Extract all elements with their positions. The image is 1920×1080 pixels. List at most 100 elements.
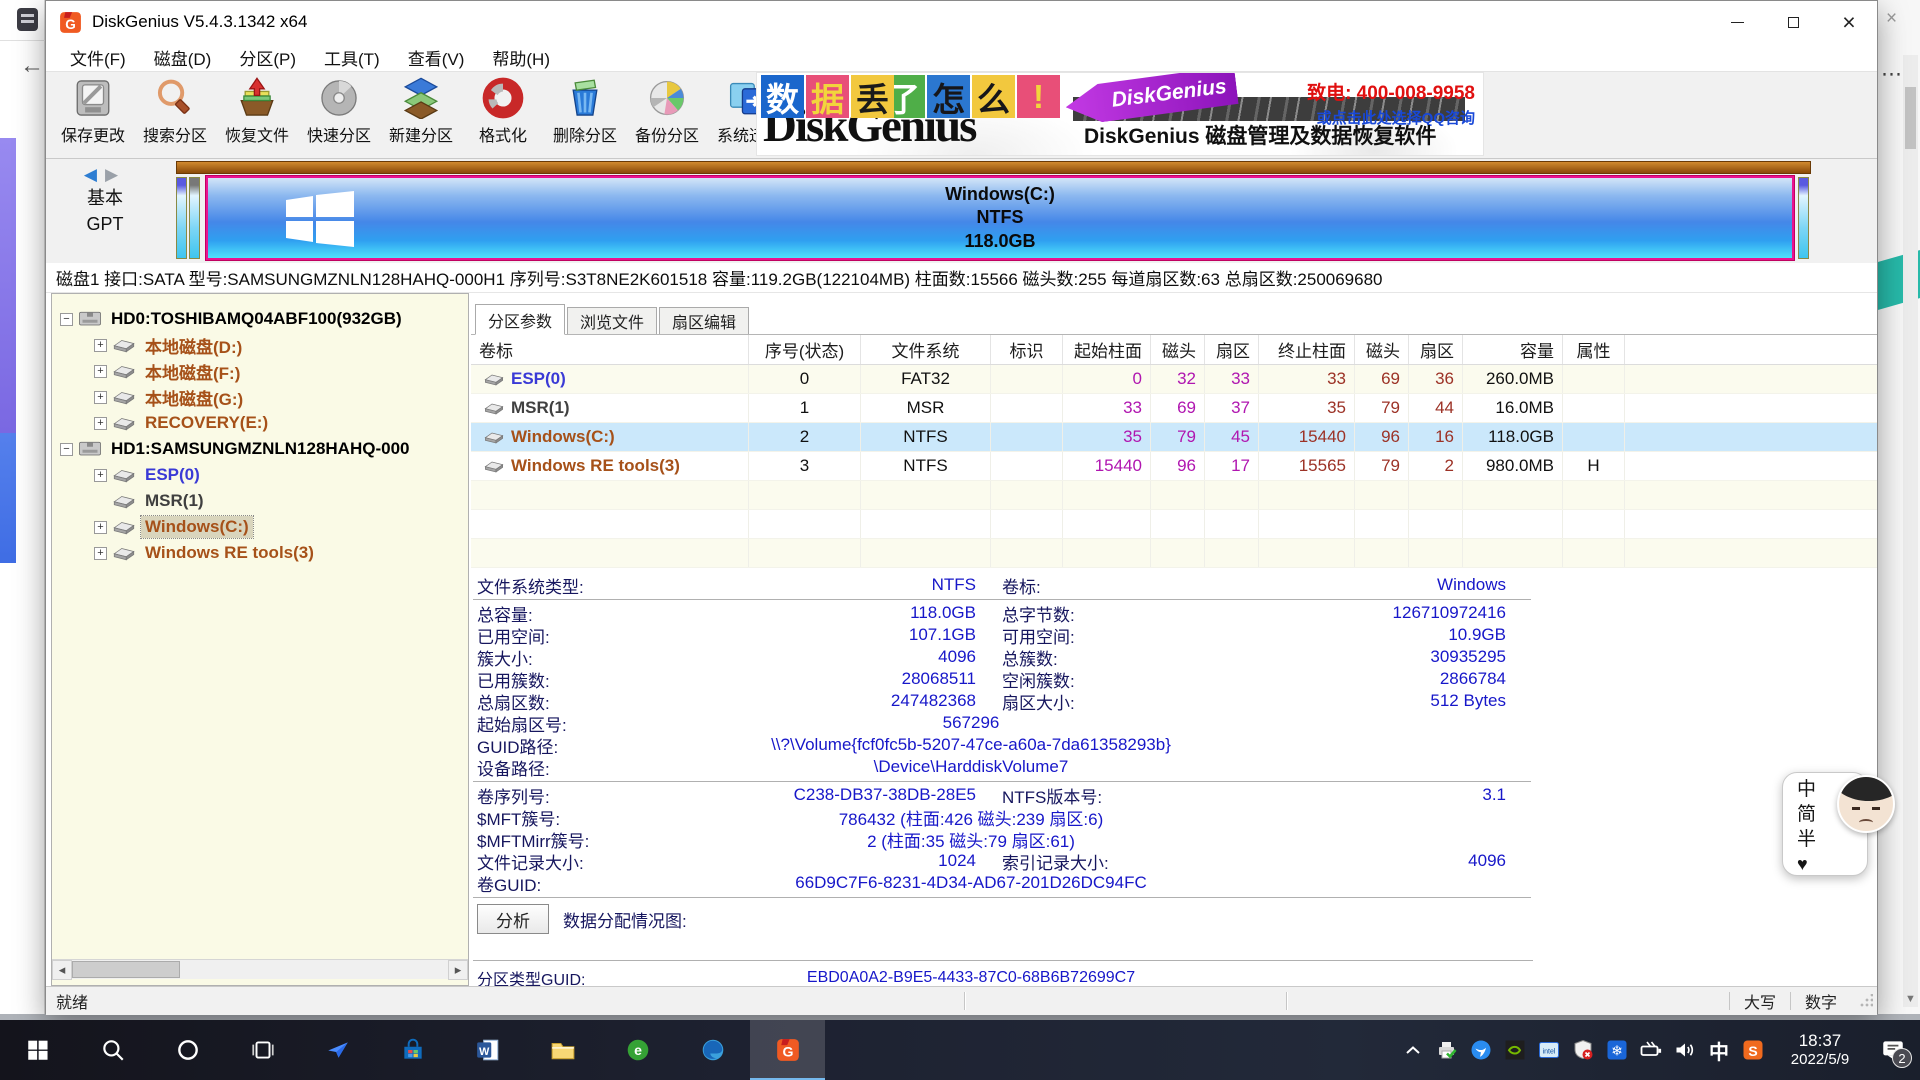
partition-block-msr[interactable]: [189, 177, 200, 259]
tab-1[interactable]: 浏览文件: [567, 307, 657, 334]
taskbar-button-feishu[interactable]: [300, 1020, 375, 1080]
column-header-8[interactable]: 磁头: [1355, 335, 1409, 364]
expand-icon[interactable]: +: [94, 365, 107, 378]
menu-item-4[interactable]: 查看(V): [394, 43, 479, 71]
table-row-windows-c[interactable]: Windows(C:)2NTFS357945154409616118.0GB: [471, 423, 1877, 452]
tree-item-msr[interactable]: MSR(1): [52, 488, 468, 514]
collapse-icon[interactable]: −: [60, 443, 73, 456]
maximize-button[interactable]: [1765, 1, 1821, 43]
scrollbar-thumb[interactable]: [72, 961, 180, 978]
scrollbar-thumb[interactable]: [1905, 87, 1916, 149]
menu-item-2[interactable]: 分区(P): [225, 43, 310, 71]
expand-icon[interactable]: +: [94, 521, 107, 534]
titlebar[interactable]: G DiskGenius V5.4.3.1342 x64 ×: [46, 1, 1877, 43]
taskbar-button-start[interactable]: [0, 1020, 75, 1080]
toolbar-button-delete[interactable]: 删除分区: [544, 72, 626, 146]
table-row-windows-re[interactable]: Windows RE tools(3)3NTFS1544096171556579…: [471, 452, 1877, 481]
expand-icon[interactable]: +: [94, 391, 107, 404]
scroll-right-icon[interactable]: ▸: [448, 960, 468, 980]
toolbar-button-backup[interactable]: 备份分区: [626, 72, 708, 146]
tray-dingtalk-icon[interactable]: [1464, 1020, 1498, 1080]
column-header-11[interactable]: 属性: [1563, 335, 1625, 364]
expand-icon[interactable]: +: [94, 417, 107, 430]
toolbar-button-search[interactable]: 搜索分区: [134, 72, 216, 146]
tab-0[interactable]: 分区参数: [475, 304, 565, 335]
scroll-left-icon[interactable]: ◂: [52, 960, 72, 980]
column-header-10[interactable]: 容量: [1463, 335, 1563, 364]
toolbar-button-format[interactable]: 格式化: [462, 72, 544, 146]
collapse-icon[interactable]: −: [60, 313, 73, 326]
tray-nvidia-icon[interactable]: [1498, 1020, 1532, 1080]
taskbar-button-greene[interactable]: e: [600, 1020, 675, 1080]
taskbar-clock[interactable]: 18:37 2022/5/9: [1774, 1030, 1866, 1070]
taskbar-button-store[interactable]: [375, 1020, 450, 1080]
column-header-2[interactable]: 文件系统: [861, 335, 991, 364]
expand-icon[interactable]: +: [94, 339, 107, 352]
tray-intel-icon[interactable]: intel: [1532, 1020, 1566, 1080]
tree-item-hd1[interactable]: −HD1:SAMSUNGMZNLN128HAHQ-000: [52, 436, 468, 462]
tray-snow-icon[interactable]: ❄: [1600, 1020, 1634, 1080]
taskbar-button-explorer[interactable]: [525, 1020, 600, 1080]
resize-grip[interactable]: [1859, 994, 1873, 1008]
toolbar-button-save[interactable]: 保存更改: [52, 72, 134, 146]
tray-printer-icon[interactable]: [1430, 1020, 1464, 1080]
action-center-button[interactable]: 2: [1870, 1020, 1916, 1080]
tray-battery-icon[interactable]: [1634, 1020, 1668, 1080]
menu-item-0[interactable]: 文件(F): [56, 43, 140, 71]
taskbar-button-tsearch[interactable]: [75, 1020, 150, 1080]
tray-shield-icon[interactable]: [1566, 1020, 1600, 1080]
minimize-button[interactable]: [1709, 1, 1765, 43]
tree-item-windows-re[interactable]: +Windows RE tools(3): [52, 540, 468, 566]
menu-item-3[interactable]: 工具(T): [310, 43, 394, 71]
tray-sogou-icon[interactable]: S: [1736, 1020, 1770, 1080]
scrollbar-down-icon[interactable]: ▼: [1904, 993, 1917, 1005]
table-row-esp[interactable]: ESP(0)0FAT3203233336936260.0MB: [471, 365, 1877, 394]
column-header-5[interactable]: 磁头: [1151, 335, 1205, 364]
back-arrow-icon[interactable]: ←: [20, 52, 44, 80]
tree-item-local-g[interactable]: +本地磁盘(G:): [52, 384, 468, 410]
tray-chevup-icon[interactable]: [1396, 1020, 1430, 1080]
tree-item-esp[interactable]: +ESP(0): [52, 462, 468, 488]
partition-block-windows-re[interactable]: [1798, 177, 1809, 259]
close-button[interactable]: ×: [1821, 1, 1877, 43]
menu-item-5[interactable]: 帮助(H): [478, 43, 564, 71]
column-header-9[interactable]: 扇区: [1409, 335, 1463, 364]
more-options-icon[interactable]: ⋯: [1881, 62, 1902, 87]
table-row-msr[interactable]: MSR(1)1MSR33693735794416.0MB: [471, 394, 1877, 423]
taskbar-button-taskview[interactable]: [225, 1020, 300, 1080]
column-header-1[interactable]: 序号(状态): [749, 335, 861, 364]
column-header-7[interactable]: 终止柱面: [1259, 335, 1355, 364]
tree-horizontal-scrollbar[interactable]: ◂ ▸: [52, 959, 468, 979]
expand-icon[interactable]: +: [94, 547, 107, 560]
toolbar-button-recover[interactable]: 恢复文件: [216, 72, 298, 146]
tree-item-recovery-e[interactable]: +RECOVERY(E:): [52, 410, 468, 436]
column-header-4[interactable]: 起始柱面: [1063, 335, 1151, 364]
tree-item-windows-c[interactable]: +Windows(C:): [52, 514, 468, 540]
background-scrollbar[interactable]: ▼: [1903, 55, 1918, 1007]
taskbar-button-cortana[interactable]: [150, 1020, 225, 1080]
column-header-6[interactable]: 扇区: [1205, 335, 1259, 364]
background-close-icon[interactable]: ×: [1886, 8, 1897, 30]
promo-banner[interactable]: DiskGenius 数据丢了怎么! DiskGenius 致电: 400-00…: [756, 72, 1484, 156]
next-disk-icon[interactable]: ▶: [105, 165, 126, 184]
tree-item-hd0[interactable]: −HD0:TOSHIBAMQ04ABF100(932GB): [52, 306, 468, 332]
column-header-0[interactable]: 卷标: [471, 335, 749, 364]
partition-block-windows-c[interactable]: Windows(C:) NTFS 118.0GB: [206, 176, 1794, 260]
prev-disk-icon[interactable]: ◀: [84, 165, 105, 184]
tab-2[interactable]: 扇区编辑: [659, 307, 749, 334]
taskbar-button-dg[interactable]: G: [750, 1020, 825, 1080]
tree-item-local-f[interactable]: +本地磁盘(F:): [52, 358, 468, 384]
taskbar-button-word[interactable]: W: [450, 1020, 525, 1080]
column-header-3[interactable]: 标识: [991, 335, 1063, 364]
toolbar-button-newpart[interactable]: 新建分区: [380, 72, 462, 146]
tray-ime-icon[interactable]: 中: [1702, 1020, 1736, 1080]
expand-icon[interactable]: +: [94, 469, 107, 482]
tray-speaker-icon[interactable]: [1668, 1020, 1702, 1080]
tree-item-local-d[interactable]: +本地磁盘(D:): [52, 332, 468, 358]
partition-block-esp[interactable]: [176, 177, 187, 259]
browser-tab-icon[interactable]: [17, 8, 38, 31]
toolbar-button-quick[interactable]: 快速分区: [298, 72, 380, 146]
menu-item-1[interactable]: 磁盘(D): [140, 43, 226, 71]
analyze-button[interactable]: 分析: [477, 904, 549, 934]
taskbar-button-edge[interactable]: [675, 1020, 750, 1080]
